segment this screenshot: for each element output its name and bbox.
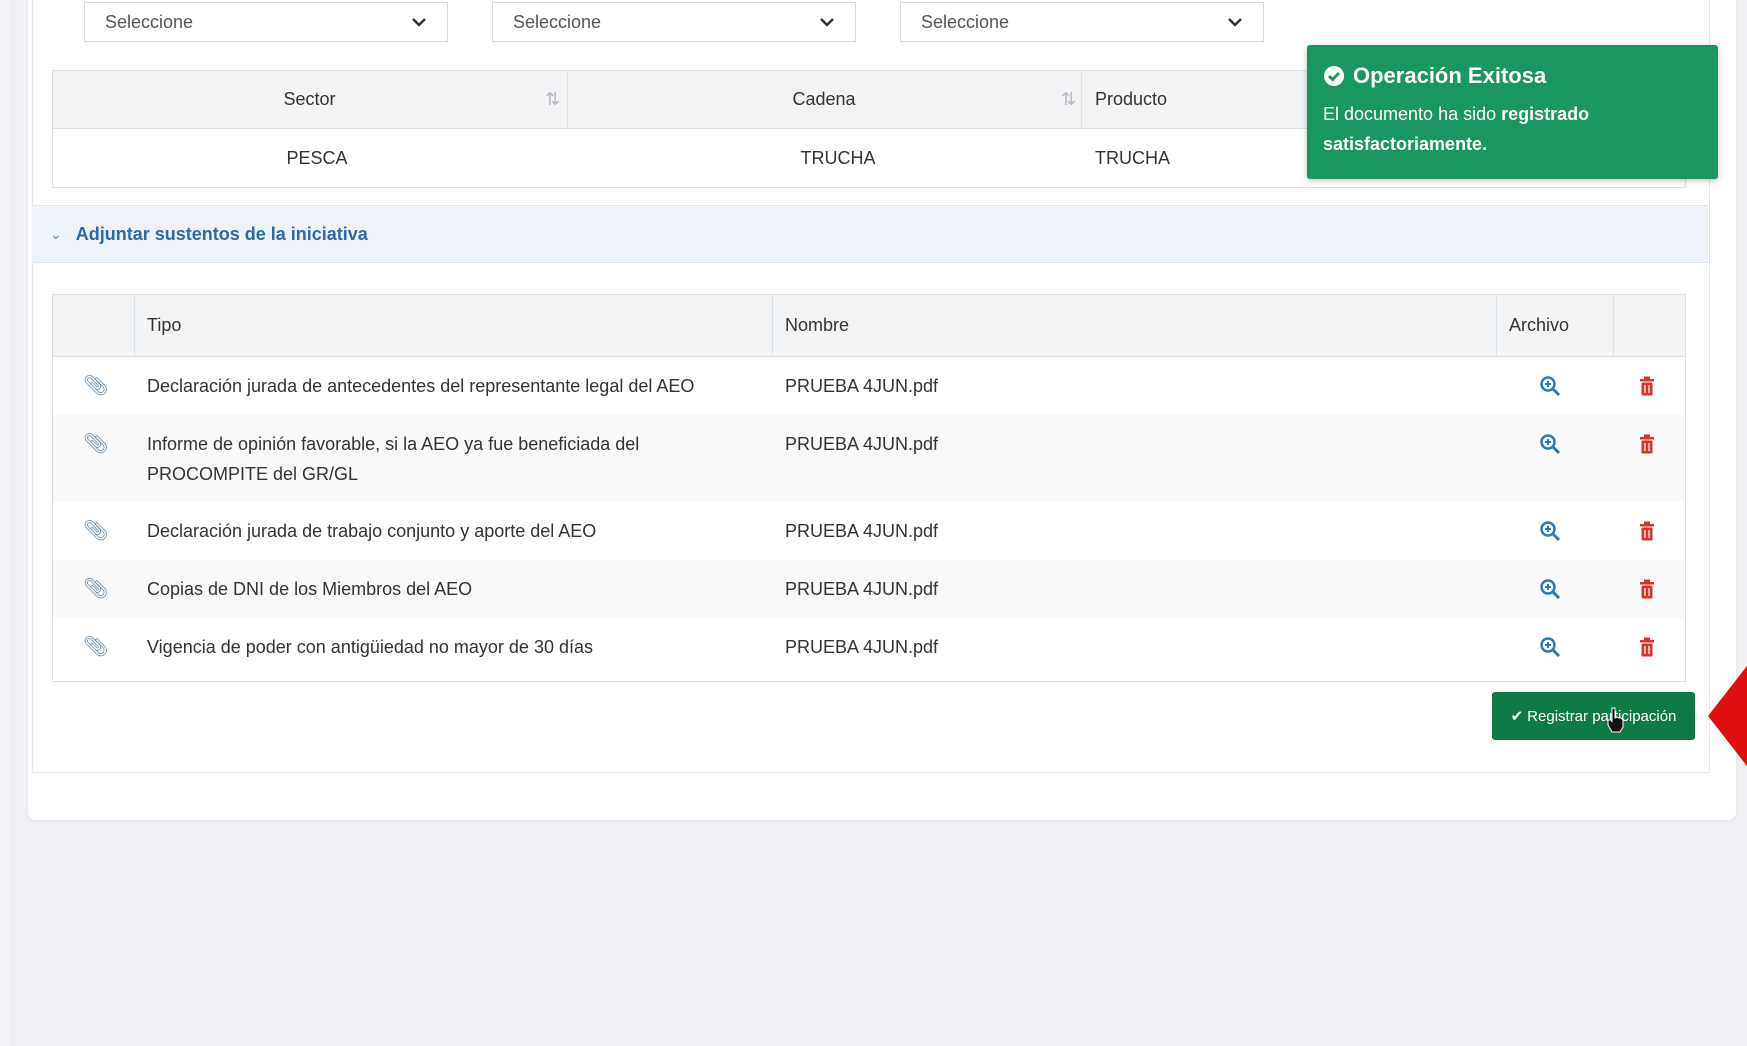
attachments-section-title: Adjuntar sustentos de la iniciativa [75,223,368,244]
table-row: 📎︎ Copias de DNI de los Miembros del AEO… [53,560,1685,618]
cell-tipo: Vigencia de poder con antigüiedad no may… [147,637,593,657]
chevron-down-icon [412,18,426,27]
cell-nombre: PRUEBA 4JUN.pdf [785,579,939,599]
column-divider [134,295,135,356]
cell-nombre: PRUEBA 4JUN.pdf [785,637,939,657]
trash-icon[interactable] [1639,618,1669,676]
filter-select-3-value: Seleccione [921,11,1010,32]
cell-cadena: TRUCHA [800,147,876,168]
register-participation-label: Registrar participación [1527,707,1677,725]
filter-select-1-value: Seleccione [105,11,194,32]
column-header-archivo-label: Archivo [1509,315,1570,335]
cell-tipo: Declaración jurada de antecedentes del r… [147,376,695,396]
attachments-table-header: Tipo Nombre Archivo [53,295,1685,357]
cell-tipo: Declaración jurada de trabajo conjunto y… [147,521,597,541]
register-participation-button[interactable]: ✔ Registrar participación [1492,692,1695,740]
sort-icon[interactable]: ⇅ [1061,89,1076,110]
paperclip-icon: 📎︎ [83,578,109,600]
column-header-nombre-label: Nombre [785,315,850,335]
column-divider [772,295,773,356]
success-toast[interactable]: Operación Exitosa El documento ha sido r… [1307,45,1718,179]
check-circle-icon [1324,66,1344,86]
column-header-sector-label: Sector [283,89,336,109]
sort-icon[interactable]: ⇅ [545,89,560,110]
column-header-tipo: Tipo [147,295,647,356]
trash-icon[interactable] [1639,502,1669,560]
chevron-down-icon: ⌄ [50,225,62,242]
cell-sector: PESCA [286,147,348,168]
trash-icon[interactable] [1639,357,1669,415]
column-header-tipo-label: Tipo [147,315,182,335]
column-divider [1081,71,1082,128]
magnifier-icon[interactable] [1539,357,1569,415]
chevron-down-icon [1228,18,1242,27]
column-header-producto-label: Producto [1095,89,1168,109]
filter-select-2-value: Seleccione [513,11,602,32]
magnifier-icon[interactable] [1539,560,1569,618]
attachments-table: Tipo Nombre Archivo 📎︎ Declaración jurad… [52,294,1686,682]
filter-select-1[interactable]: Seleccione [84,2,448,42]
table-row: 📎︎ Declaración jurada de antecedentes de… [53,357,1685,415]
magnifier-icon[interactable] [1539,618,1569,676]
column-divider [1496,295,1497,356]
cell-tipo: Informe de opinión favorable, si la AEO … [147,434,640,484]
cell-nombre: PRUEBA 4JUN.pdf [785,376,939,396]
magnifier-icon[interactable] [1539,502,1569,560]
paperclip-icon: 📎︎ [83,375,109,397]
chevron-down-icon [820,18,834,27]
column-header-sector[interactable]: Sector [53,71,566,128]
filter-select-3[interactable]: Seleccione [900,2,1264,42]
table-row: 📎︎ Declaración jurada de trabajo conjunt… [53,502,1685,560]
paperclip-icon: 📎︎ [83,520,109,542]
red-arrow-indicator [1708,666,1747,766]
filter-select-2[interactable]: Seleccione [492,2,856,42]
table-row: 📎︎ Vigencia de poder con antigüiedad no … [53,618,1685,676]
cell-tipo: Copias de DNI de los Miembros del AEO [147,579,473,599]
attachments-section-toggle[interactable]: ⌄ Adjuntar sustentos de la iniciativa [32,205,1708,263]
column-divider [1613,295,1614,356]
hand-cursor-icon [1607,707,1624,733]
column-header-nombre: Nombre [785,295,1285,356]
column-header-cadena-label: Cadena [792,89,856,109]
toast-title: Operación Exitosa [1353,63,1547,88]
table-row: 📎︎ Informe de opinión favorable, si la A… [53,415,1685,502]
magnifier-icon[interactable] [1539,415,1569,473]
toast-message: El documento ha sido [1323,104,1502,124]
cell-nombre: PRUEBA 4JUN.pdf [785,521,939,541]
paperclip-icon: 📎︎ [83,433,109,455]
check-icon: ✔ [1510,708,1524,725]
trash-icon[interactable] [1639,415,1669,473]
paperclip-icon: 📎︎ [83,636,109,658]
column-header-cadena[interactable]: Cadena [568,71,1080,128]
trash-icon[interactable] [1639,560,1669,618]
cell-nombre: PRUEBA 4JUN.pdf [785,434,939,454]
column-header-archivo: Archivo [1509,295,1609,356]
